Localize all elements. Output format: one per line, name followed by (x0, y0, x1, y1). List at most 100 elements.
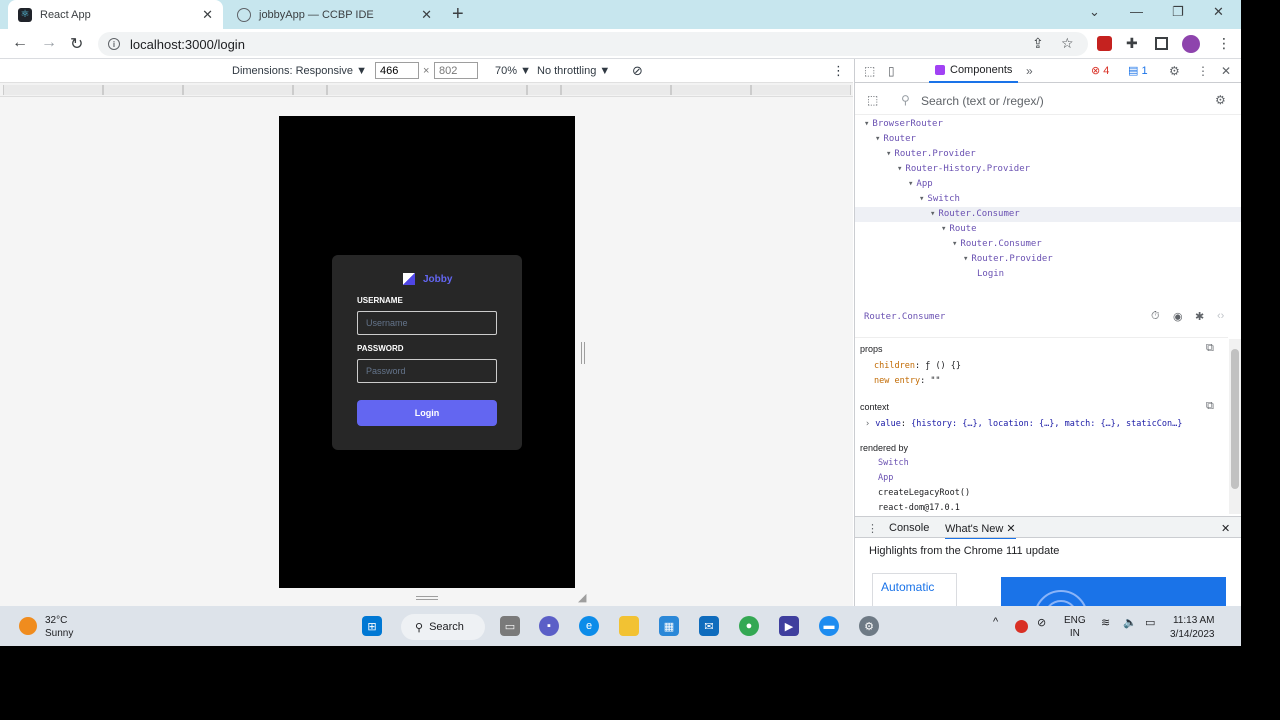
inspect-dom-icon[interactable]: ◉ (1173, 310, 1183, 323)
horizontal-resize-handle[interactable] (581, 342, 585, 364)
corner-resize-icon[interactable]: ◢ (578, 591, 586, 604)
tab-whats-new[interactable]: What's New ✕ (945, 522, 1016, 540)
tab-close-icon[interactable]: ✕ (202, 7, 213, 23)
tree-node[interactable]: ▾ Route (855, 222, 1241, 237)
tab-components[interactable]: Components (929, 59, 1019, 83)
copy-props-icon[interactable]: ⧉ (1206, 342, 1214, 355)
message-count-badge[interactable]: ▤ 1 (1128, 64, 1148, 77)
zoom-select[interactable]: 70% ▼ (495, 65, 531, 77)
tree-node[interactable]: Login (855, 267, 1241, 282)
tree-node[interactable]: ▾ Router-History.Provider (855, 162, 1241, 177)
taskbar-search[interactable]: ⚲ Search (401, 614, 485, 640)
chrome-icon[interactable]: ● (739, 616, 759, 636)
expand-arrow-icon[interactable]: ▾ (908, 179, 913, 189)
mail-icon[interactable]: ✉ (699, 616, 719, 636)
prop-row[interactable]: children: ƒ () {} (874, 361, 961, 371)
drawer-menu-icon[interactable]: ⋮ (867, 522, 878, 535)
login-button[interactable]: Login (357, 400, 497, 426)
devtools-menu-icon[interactable]: ⋮ (1197, 64, 1209, 78)
windows-start-icon[interactable]: ⊞ (362, 616, 382, 636)
expand-arrow-icon[interactable]: ▾ (941, 224, 946, 234)
props-scrollbar[interactable] (1229, 339, 1241, 514)
width-input[interactable] (375, 62, 419, 79)
wifi-icon[interactable]: ≋ (1101, 616, 1110, 629)
select-element-icon[interactable]: ⬚ (867, 93, 878, 107)
log-bug-icon[interactable]: ✱ (1195, 310, 1204, 323)
close-drawer-icon[interactable]: ✕ (1221, 522, 1230, 535)
expand-arrow-icon[interactable]: ▾ (886, 149, 891, 159)
password-input[interactable] (357, 359, 497, 383)
component-search[interactable]: ⬚ ⚲ Search (text or /regex/) ⚙ (855, 87, 1241, 115)
tree-node[interactable]: ▾ Switch (855, 192, 1241, 207)
avatar[interactable] (1182, 35, 1200, 53)
tab-react-app[interactable]: ⚛ React App ✕ (8, 0, 223, 29)
dimensions-select[interactable]: Dimensions: Responsive ▼ (232, 65, 367, 77)
address-bar[interactable]: i localhost:3000/login (98, 32, 1088, 56)
settings-icon[interactable]: ⚙ (859, 616, 879, 636)
close-window-icon[interactable]: ✕ (1213, 4, 1224, 20)
vertical-resize-handle[interactable] (416, 596, 438, 600)
expand-arrow-icon[interactable]: ▾ (952, 239, 957, 249)
tab-search-icon[interactable]: ⌄ (1089, 4, 1100, 20)
rotate-icon[interactable]: ⊘ (632, 63, 643, 79)
teams-chat-icon[interactable]: ▪ (539, 616, 559, 636)
clock[interactable]: 11:13 AM 3/14/2023 (1170, 614, 1215, 642)
site-info-icon[interactable]: i (108, 38, 120, 50)
expand-arrow-icon[interactable]: ▾ (919, 194, 924, 204)
view-source-icon[interactable]: ‹› (1217, 310, 1224, 322)
tab-close-icon[interactable]: ✕ (421, 7, 432, 23)
tree-node[interactable]: ▾ Router (855, 132, 1241, 147)
expand-arrow-icon[interactable]: ▾ (875, 134, 880, 144)
close-tab-icon[interactable]: ✕ (1006, 523, 1015, 535)
minimize-icon[interactable]: — (1130, 4, 1143, 19)
ruler-segment[interactable] (527, 85, 561, 95)
sidepanel-icon[interactable] (1155, 37, 1168, 50)
tab-jobbyapp[interactable]: jobbyApp — CCBP IDE ✕ (227, 0, 442, 29)
share-icon[interactable]: ⇪ (1032, 35, 1044, 52)
expand-arrow-icon[interactable]: ▾ (897, 164, 902, 174)
ruler-segment[interactable] (751, 85, 851, 95)
edge-icon[interactable]: e (579, 616, 599, 636)
network-off-icon[interactable]: ⊘ (1037, 616, 1046, 629)
tree-settings-icon[interactable]: ⚙ (1215, 93, 1226, 107)
volume-icon[interactable]: 🔈 (1123, 616, 1137, 629)
file-explorer-icon[interactable] (619, 616, 639, 636)
ruler-segment[interactable] (3, 85, 103, 95)
error-count-badge[interactable]: ⊗ 4 (1091, 64, 1109, 77)
menu-kebab-icon[interactable]: ⋮ (1217, 35, 1231, 52)
tree-node[interactable]: ▾ App (855, 177, 1241, 192)
ruler-segment[interactable] (183, 85, 293, 95)
expand-arrow-icon[interactable]: ▾ (963, 254, 968, 264)
expand-arrow-icon[interactable]: ▾ (864, 119, 869, 129)
device-toggle-icon[interactable]: ▯ (888, 64, 895, 78)
rendered-by-item[interactable]: App (878, 473, 893, 483)
suspend-icon[interactable]: ⏱ (1151, 310, 1160, 323)
height-input[interactable] (434, 62, 478, 79)
ruler-segment[interactable] (561, 85, 671, 95)
battery-icon[interactable]: ▭ (1145, 616, 1155, 629)
tree-node[interactable]: ▾ Router.Consumer (855, 207, 1241, 222)
settings-gear-icon[interactable]: ⚙ (1169, 64, 1180, 78)
new-tab-button[interactable]: + (452, 3, 464, 26)
close-devtools-icon[interactable]: ✕ (1221, 64, 1231, 78)
context-row[interactable]: › value: {history: {…}, location: {…}, m… (865, 419, 1182, 429)
reload-icon[interactable]: ↻ (70, 34, 83, 54)
task-view-icon[interactable]: ▭ (500, 616, 520, 636)
tray-app-icon[interactable] (1015, 620, 1028, 633)
ruler-segment[interactable] (327, 85, 527, 95)
store-icon[interactable]: ▦ (659, 616, 679, 636)
expand-arrow-icon[interactable]: ▾ (930, 209, 935, 219)
tree-node[interactable]: ▾ Router.Consumer (855, 237, 1241, 252)
media-query-ruler[interactable] (0, 83, 853, 97)
username-input[interactable] (357, 311, 497, 335)
tray-overflow-icon[interactable]: ^ (993, 616, 998, 628)
inspect-icon[interactable]: ⬚ (864, 64, 875, 78)
extension-icon[interactable] (1097, 36, 1112, 51)
prop-row[interactable]: new entry: "" (874, 376, 941, 386)
language-indicator[interactable]: ENG IN (1064, 614, 1086, 640)
sun-icon[interactable] (19, 617, 37, 635)
device-menu-icon[interactable]: ⋮ (832, 63, 845, 79)
tab-console[interactable]: Console (889, 522, 929, 534)
tree-node[interactable]: ▾ BrowserRouter (855, 117, 1241, 132)
app-icon[interactable]: ▶ (779, 616, 799, 636)
